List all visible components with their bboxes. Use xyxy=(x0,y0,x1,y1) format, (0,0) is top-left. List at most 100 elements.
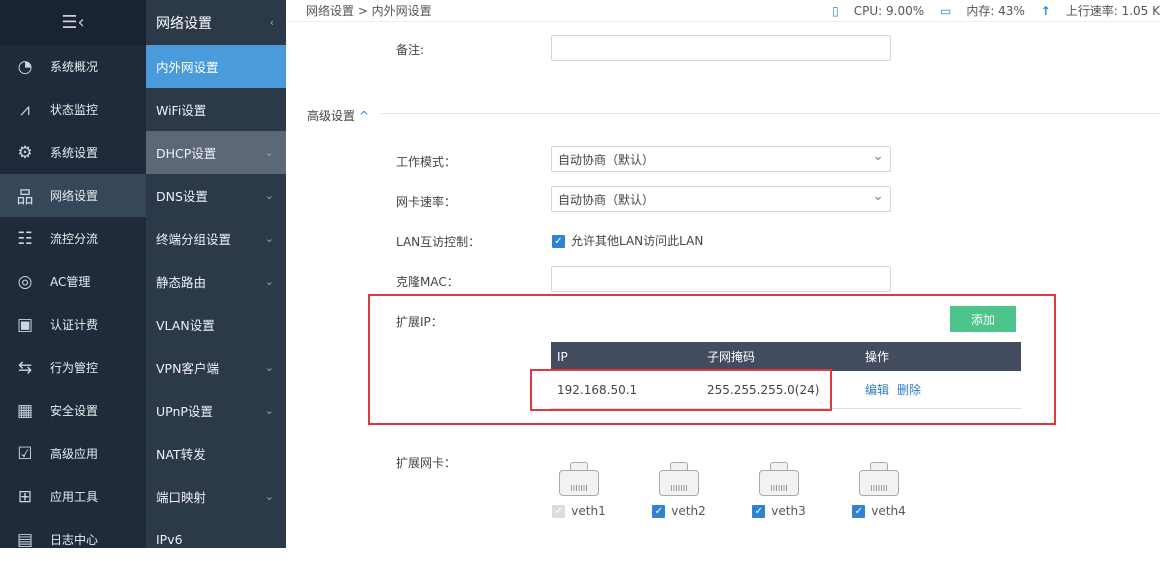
sidebar-item-label: 高级应用 xyxy=(50,447,99,461)
subnav-item-label: 终端分组设置 xyxy=(156,232,232,247)
highlight-box-row xyxy=(530,369,832,411)
sidebar-item-label: 应用工具 xyxy=(50,490,99,504)
sidebar-item-label: 日志中心 xyxy=(50,533,99,547)
add-button[interactable]: 添加 xyxy=(950,306,1016,332)
subnav-item-label: 内外网设置 xyxy=(156,60,219,75)
subnav-item[interactable]: 端口映射 ⌄ xyxy=(146,475,286,518)
nic-port[interactable]: ✓ veth1 xyxy=(549,462,609,518)
nic-port[interactable]: ✓ veth4 xyxy=(849,462,909,518)
subnav-item-label: NAT转发 xyxy=(156,447,206,462)
sidebar-item-label: 网络设置 xyxy=(50,189,99,203)
chevron-up-icon: ^ xyxy=(358,109,369,123)
chevron-down-icon: ⌄ xyxy=(264,232,274,245)
extended-nic-label: 扩展网卡： xyxy=(396,456,457,470)
memory-stat: 内存: 43% xyxy=(966,4,1025,18)
apps-icon: ⊞ xyxy=(17,486,33,507)
pulse-icon: ⩘ xyxy=(20,99,30,120)
gear-icon: ⚙ xyxy=(17,142,33,163)
speed-select[interactable]: 自动协商（默认） xyxy=(551,186,891,212)
subnav-item[interactable]: VPN客户端 ⌄ xyxy=(146,346,286,389)
arrows-icon: ⇆ xyxy=(17,357,33,378)
port-checkbox[interactable]: ✓ xyxy=(852,505,866,518)
section-title: 网络设置 xyxy=(156,15,212,32)
work-mode-label: 工作模式： xyxy=(396,155,457,169)
subnav-item-label: IPv6 xyxy=(156,532,183,547)
subnav-item-label: 静态路由 xyxy=(156,275,207,290)
work-mode-value: 自动协商（默认） xyxy=(558,152,655,167)
sidebar-item-label: AC管理 xyxy=(50,275,91,289)
collapse-chevron-icon[interactable]: ‹ xyxy=(270,16,274,29)
ethernet-port-icon xyxy=(759,462,799,496)
port-checkbox[interactable]: ✓ xyxy=(752,505,766,518)
sidebar-item[interactable]: ▦ 安全设置 xyxy=(0,389,146,432)
subnav-item-label: 端口映射 xyxy=(156,490,207,505)
port-checkbox[interactable]: ✓ xyxy=(652,505,666,518)
advanced-settings-toggle[interactable]: 高级设置 ^ xyxy=(307,107,369,124)
sidebar-item-label: 流控分流 xyxy=(50,232,99,246)
remark-label: 备注: xyxy=(396,43,425,57)
subnav-item-label: VLAN设置 xyxy=(156,318,215,333)
checkbox-checked-icon: ✓ xyxy=(552,235,565,248)
firewall-icon: ▦ xyxy=(16,400,34,421)
port-name: veth3 xyxy=(771,504,806,518)
sidebar-item-label: 安全设置 xyxy=(50,404,99,418)
subnav-item-label: DHCP设置 xyxy=(156,146,217,161)
chevron-down-icon: ⌄ xyxy=(264,189,274,202)
subnav-item[interactable]: 静态路由 ⌄ xyxy=(146,260,286,303)
sidebar-item[interactable]: ▣ 认证计费 xyxy=(0,303,146,346)
nic-port[interactable]: ✓ veth3 xyxy=(749,462,809,518)
sidebar-item[interactable]: ☷ 流控分流 xyxy=(0,217,146,260)
sidebar-item[interactable]: ☑ 高级应用 xyxy=(0,432,146,475)
col-ip: IP xyxy=(557,349,568,364)
port-name: veth4 xyxy=(871,504,906,518)
sidebar-item[interactable]: ⊞ 应用工具 xyxy=(0,475,146,518)
subnav-item-label: DNS设置 xyxy=(156,189,208,204)
lan-access-label: 允许其他LAN访问此LAN xyxy=(571,234,704,248)
upload-stat: 上行速率: 1.05 K xyxy=(1065,4,1160,18)
subnav-item[interactable]: 终端分组设置 ⌄ xyxy=(146,217,286,260)
work-mode-select[interactable]: 自动协商（默认） xyxy=(551,146,891,172)
divider xyxy=(381,113,1160,114)
subnav-item[interactable]: NAT转发 xyxy=(146,432,286,475)
ethernet-port-icon xyxy=(859,462,899,496)
nic-port[interactable]: ✓ veth2 xyxy=(649,462,709,518)
secondary-sidebar: 网络设置 ‹ 内外网设置 WiFi设置 DHCP设置 ⌄ DNS设置 ⌄ 终端分组设置 ⌄ 静态路… xyxy=(146,0,286,548)
subnav-item[interactable]: DHCP设置 ⌄ xyxy=(146,131,286,174)
sidebar-item-label: 行为管控 xyxy=(50,361,99,375)
edit-link[interactable]: 编辑 xyxy=(865,383,889,397)
ethernet-port-icon xyxy=(659,462,699,496)
ethernet-port-icon xyxy=(559,462,599,496)
subnav-item[interactable]: IPv6 xyxy=(146,518,286,561)
log-icon: ▤ xyxy=(16,529,34,550)
subnav-item[interactable]: UPnP设置 ⌄ xyxy=(146,389,286,432)
sidebar-item[interactable]: ◎ AC管理 xyxy=(0,260,146,303)
clone-mac-input[interactable] xyxy=(551,266,891,292)
cpu-stat: CPU: 9.00% xyxy=(853,4,925,18)
collapse-menu-button[interactable]: ☰‹ xyxy=(0,0,146,45)
sidebar-item[interactable]: ⩘ 状态监控 xyxy=(0,88,146,131)
chevron-down-icon: ⌄ xyxy=(264,490,274,503)
sidebar-item-label: 系统设置 xyxy=(50,146,99,160)
sidebar-item[interactable]: ⇆ 行为管控 xyxy=(0,346,146,389)
sidebar-item[interactable]: ◔ 系统概况 xyxy=(0,45,146,88)
sidebar-item[interactable]: 品 网络设置 xyxy=(0,174,146,217)
subnav-item[interactable]: WiFi设置 xyxy=(146,88,286,131)
port-checkbox: ✓ xyxy=(552,505,566,518)
table-header: IP 子网掩码 操作 xyxy=(551,342,1021,371)
speed-value: 自动协商（默认） xyxy=(558,192,655,207)
breadcrumb: 网络设置 > 内外网设置 xyxy=(306,4,432,18)
subnav-item[interactable]: VLAN设置 xyxy=(146,303,286,346)
subnav-item-label: VPN客户端 xyxy=(156,361,219,376)
subnav-item[interactable]: 内外网设置 xyxy=(146,45,286,88)
lan-access-checkbox[interactable]: ✓ 允许其他LAN访问此LAN xyxy=(552,232,703,249)
sidebar-item[interactable]: ▤ 日志中心 xyxy=(0,518,146,561)
speed-label: 网卡速率： xyxy=(396,195,457,209)
remark-input[interactable] xyxy=(551,35,891,61)
sidebar-item[interactable]: ⚙ 系统设置 xyxy=(0,131,146,174)
chevron-down-icon: ⌄ xyxy=(264,275,274,288)
sidebar-item-label: 状态监控 xyxy=(50,103,99,117)
delete-link[interactable]: 删除 xyxy=(897,383,921,397)
subnav-item[interactable]: DNS设置 ⌄ xyxy=(146,174,286,217)
port-name: veth1 xyxy=(571,504,606,518)
gauge-icon: ◔ xyxy=(17,56,33,77)
